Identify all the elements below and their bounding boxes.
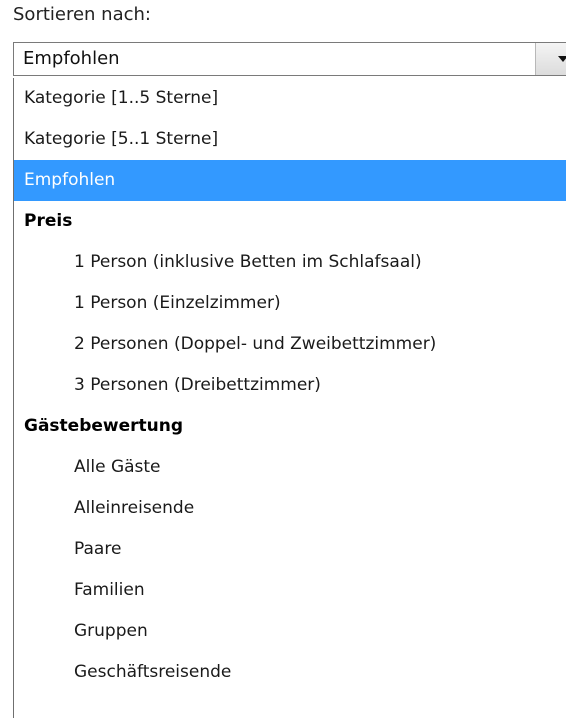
sort-select[interactable]: Empfohlen — [13, 42, 566, 76]
option-paare[interactable]: Paare — [14, 529, 566, 570]
group-label: Gästebewertung — [24, 416, 184, 436]
group-header-preis: Preis — [14, 201, 566, 242]
chevron-down-icon — [558, 56, 566, 62]
option-label: Kategorie [5..1 Sterne] — [24, 129, 219, 149]
option-label: 1 Person (inklusive Betten im Schlafsaal… — [74, 252, 422, 272]
option-preis-3-personen[interactable]: 3 Personen (Dreibettzimmer) — [14, 365, 566, 406]
option-alle-gaeste[interactable]: Alle Gäste — [14, 447, 566, 488]
group-header-gaestebewertung: Gästebewertung — [14, 406, 566, 447]
option-label: Geschäftsreisende — [74, 662, 232, 682]
group-label: Preis — [24, 211, 73, 231]
option-familien[interactable]: Familien — [14, 570, 566, 611]
option-label: Gruppen — [74, 621, 148, 641]
option-preis-1-person-einzel[interactable]: 1 Person (Einzelzimmer) — [14, 283, 566, 324]
option-empfohlen[interactable]: Empfohlen — [14, 160, 566, 201]
option-alleinreisende[interactable]: Alleinreisende — [14, 488, 566, 529]
sort-select-value: Empfohlen — [23, 48, 120, 69]
option-preis-2-personen[interactable]: 2 Personen (Doppel- und Zweibettzimmer) — [14, 324, 566, 365]
option-label: Paare — [74, 539, 122, 559]
option-geschaeftsreisende[interactable]: Geschäftsreisende — [14, 652, 566, 693]
option-kategorie-asc[interactable]: Kategorie [1..5 Sterne] — [14, 78, 566, 119]
option-label: Alle Gäste — [74, 457, 161, 477]
option-label: 1 Person (Einzelzimmer) — [74, 293, 281, 313]
option-label: Familien — [74, 580, 145, 600]
sort-options-list[interactable]: Kategorie [1..5 Sterne] Kategorie [5..1 … — [13, 78, 566, 718]
option-label: Alleinreisende — [74, 498, 195, 518]
option-preis-1-person-schlafsaal[interactable]: 1 Person (inklusive Betten im Schlafsaal… — [14, 242, 566, 283]
option-label: Kategorie [1..5 Sterne] — [24, 88, 219, 108]
option-kategorie-desc[interactable]: Kategorie [5..1 Sterne] — [14, 119, 566, 160]
sort-label: Sortieren nach: — [13, 4, 151, 25]
option-gruppen[interactable]: Gruppen — [14, 611, 566, 652]
option-label: 3 Personen (Dreibettzimmer) — [74, 375, 321, 395]
option-label: 2 Personen (Doppel- und Zweibettzimmer) — [74, 334, 437, 354]
dropdown-arrow-button[interactable] — [535, 43, 566, 75]
option-label: Empfohlen — [24, 170, 116, 190]
